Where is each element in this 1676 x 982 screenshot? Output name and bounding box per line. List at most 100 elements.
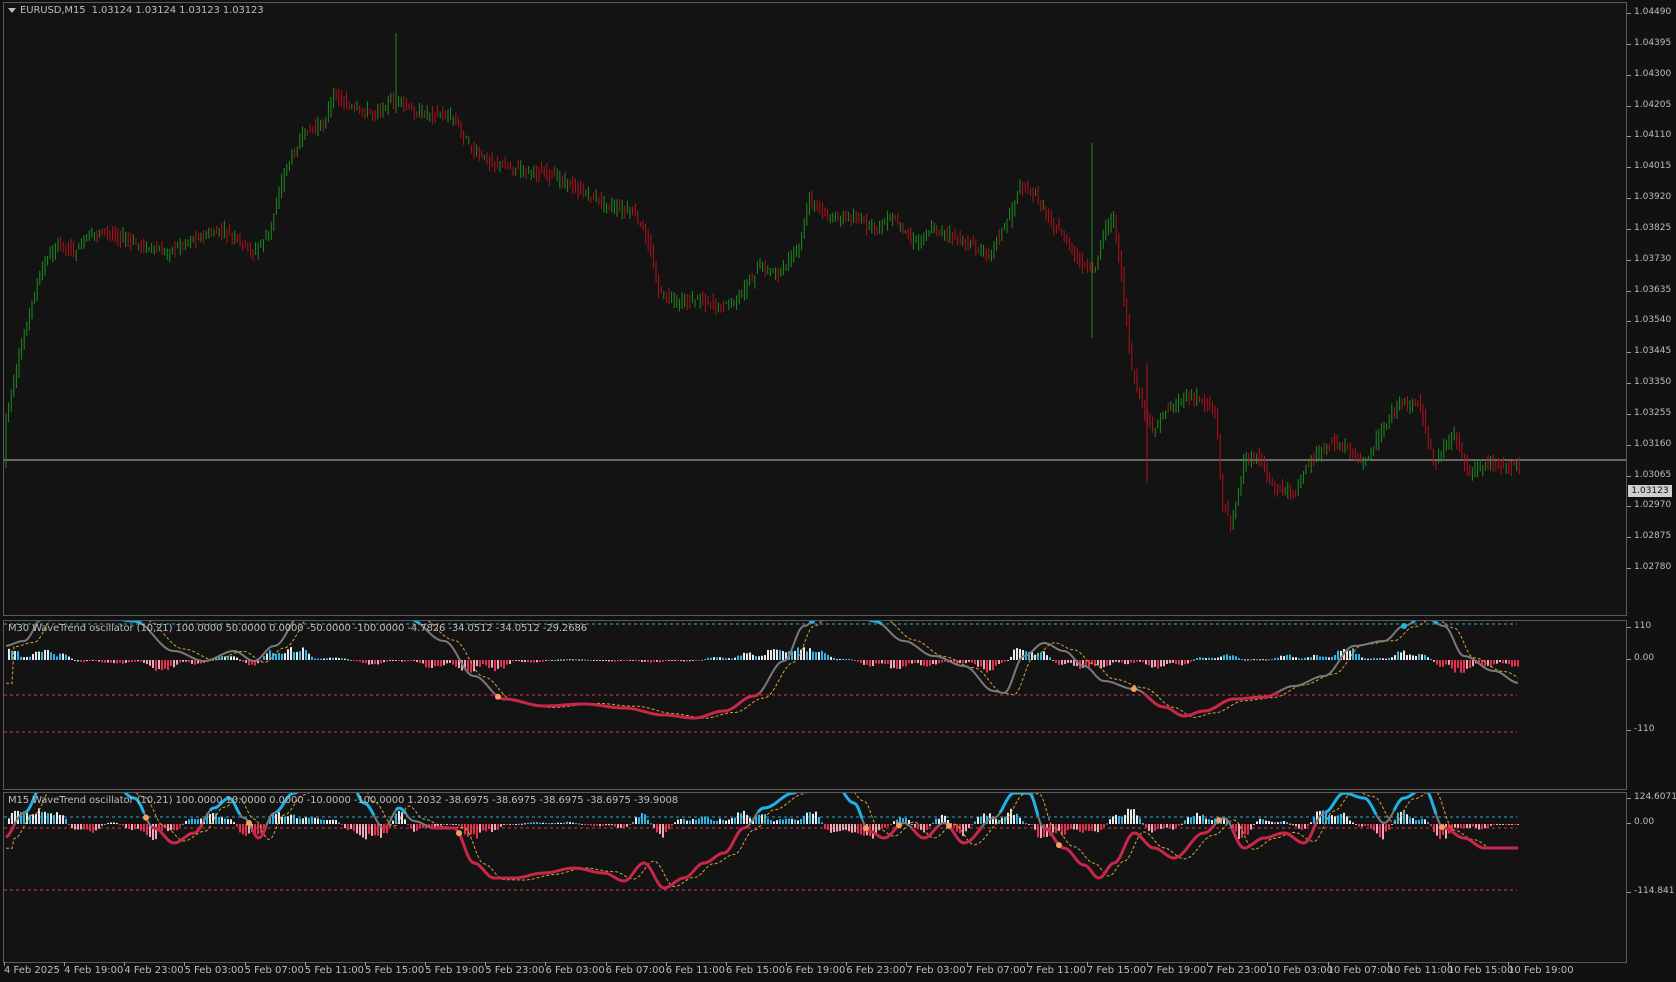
histogram-bar [1220, 656, 1222, 660]
histogram-bar [377, 824, 379, 836]
histogram-bar [1289, 654, 1291, 660]
histogram-bar [1235, 656, 1237, 660]
histogram-bar [1112, 816, 1114, 824]
histogram-bar [1295, 657, 1297, 660]
histogram-bar [236, 824, 238, 827]
histogram-bar [1109, 819, 1111, 824]
histogram-bar [677, 819, 679, 824]
histogram-bar [992, 660, 994, 671]
histogram-bar [1136, 815, 1138, 824]
price-chart-pane[interactable]: EURUSD,M15 1.03124 1.03124 1.03123 1.031… [3, 2, 1627, 616]
histogram-bar [644, 660, 646, 662]
time-tick: 5 Feb 23:00 [485, 962, 545, 976]
histogram-bar [623, 824, 625, 828]
histogram-bar [1160, 660, 1162, 667]
histogram-bar [707, 817, 709, 824]
histogram-bar [968, 824, 970, 829]
cross-marker [456, 830, 462, 837]
histogram-bar [611, 660, 613, 662]
histogram-bar [593, 660, 595, 661]
collapse-triangle-icon[interactable] [8, 7, 16, 13]
histogram-bar [443, 824, 445, 825]
m30-wavetrend-pane[interactable]: M30 WaveTrend oscillator (10,21) 100.000… [3, 620, 1627, 790]
histogram-bar [1433, 660, 1435, 662]
histogram-bar [98, 660, 100, 662]
histogram-bar [1247, 824, 1249, 835]
histogram-bar [125, 824, 127, 829]
histogram-bar [8, 648, 10, 660]
histogram-bar [1460, 660, 1462, 673]
histogram-bar [1073, 824, 1075, 830]
histogram-bar [641, 660, 643, 663]
histogram-bar [1157, 660, 1159, 669]
histogram-bar [185, 660, 187, 662]
histogram-bar [722, 657, 724, 660]
histogram-bar [710, 819, 712, 824]
histogram-bar [1103, 660, 1105, 668]
histogram-bar [887, 824, 889, 827]
histogram-bar [188, 660, 190, 663]
histogram-bar [332, 657, 334, 660]
histogram-bar [1367, 658, 1369, 660]
histogram-bar [845, 824, 847, 830]
m15-wavetrend-scale[interactable]: 124.6071 0.00 -114.841 [1626, 792, 1676, 963]
histogram-bar [551, 660, 553, 661]
histogram-bar [617, 824, 619, 828]
time-tick: 5 Feb 15:00 [364, 962, 425, 976]
m30-wavetrend-scale[interactable]: 110 0.00 -110 [1626, 620, 1676, 790]
histogram-bar [575, 823, 577, 825]
histogram-bar [1202, 814, 1204, 824]
histogram-bar [1472, 824, 1474, 827]
histogram-bar [371, 660, 373, 665]
histogram-bar [560, 822, 562, 824]
histogram-bar [545, 822, 547, 824]
histogram-bar [482, 660, 484, 665]
histogram-bar [701, 659, 703, 661]
histogram-bar [1508, 824, 1510, 825]
histogram-bar [185, 820, 187, 824]
candlestick-chart[interactable] [4, 3, 1626, 615]
histogram-bar [281, 653, 283, 660]
price-scale[interactable]: 1.04490 1.04395 1.04300 1.04205 1.04110 1.040… [1626, 2, 1676, 616]
histogram-bar [938, 818, 940, 824]
histogram-bar [686, 660, 688, 662]
histogram-bar [1496, 660, 1498, 664]
histogram-bar [767, 818, 769, 824]
histogram-bar [326, 658, 328, 660]
histogram-bar [407, 824, 409, 825]
histogram-bar [365, 660, 367, 664]
time-scale[interactable]: 4 Feb 2025 4 Feb 19:00 4 Feb 23:00 5 Feb 03… [0, 962, 1676, 982]
histogram-bar [1013, 814, 1015, 824]
histogram-bar [386, 660, 388, 662]
histogram-bar [353, 824, 355, 832]
histogram-bar [1034, 824, 1036, 830]
histogram-bar [239, 659, 241, 661]
histogram-bar [368, 660, 370, 665]
price-tick: 1.02970 [1626, 500, 1671, 510]
histogram-bar [611, 824, 613, 826]
histogram-bar [932, 660, 934, 665]
histogram-bar [1355, 824, 1357, 826]
histogram-bar [1253, 659, 1255, 661]
histogram-bar [1022, 650, 1024, 660]
histogram-bar [590, 824, 592, 826]
histogram-bar [836, 824, 838, 832]
histogram-bar [533, 660, 535, 663]
histogram-bar [1517, 824, 1519, 825]
histogram-bar [113, 660, 115, 664]
symbol-label: EURUSD,M15 [20, 5, 86, 16]
histogram-bar [614, 824, 616, 827]
histogram-bar [725, 820, 727, 824]
histogram-bar [176, 660, 178, 665]
histogram-bar [1415, 655, 1417, 660]
histogram-bar [1091, 824, 1093, 831]
histogram-bar [326, 819, 328, 824]
m15-wavetrend-pane[interactable]: M15 WaveTrend oscillator (10,21) 100.000… [3, 792, 1627, 963]
histogram-bar [539, 660, 541, 662]
histogram-bar [782, 819, 784, 824]
histogram-bar [1241, 658, 1243, 660]
price-tick: 1.04110 [1626, 130, 1671, 140]
histogram-bar [1199, 657, 1201, 660]
histogram-bar [698, 660, 700, 661]
price-tick: 1.03540 [1626, 315, 1671, 325]
